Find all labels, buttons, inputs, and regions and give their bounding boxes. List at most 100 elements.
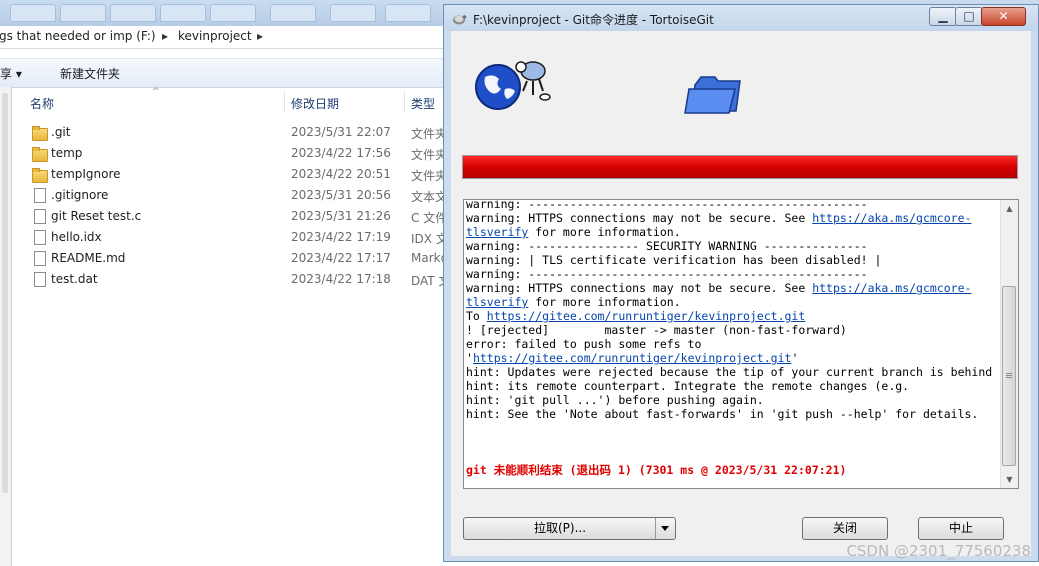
- file-name: tempIgnore: [51, 167, 121, 181]
- log-text: ': [466, 351, 473, 365]
- scrollbar-thumb[interactable]: [2, 93, 8, 493]
- tortoise-mascot-icon: [515, 61, 551, 101]
- file-type: 文件夹: [411, 127, 444, 141]
- log-lines: warning: -------------------------------…: [466, 200, 1000, 421]
- log-link[interactable]: https://aka.ms/gcmcore-: [812, 211, 971, 225]
- maximize-button[interactable]: □: [955, 7, 983, 26]
- background-tab: [270, 4, 316, 22]
- address-bar[interactable]: gs that needed or imp (F:) ▸ kevinprojec…: [0, 26, 443, 49]
- log-text: error: failed to push some refs to: [466, 337, 702, 351]
- log-line: 'https://gitee.com/runruntiger/kevinproj…: [466, 351, 1000, 365]
- file-name: README.md: [51, 251, 126, 265]
- log-text: warning: HTTPS connections may not be se…: [466, 211, 813, 225]
- file-type: IDX 文件: [411, 232, 444, 246]
- log-text: warning: HTTPS connections may not be se…: [466, 281, 813, 295]
- background-tab: [385, 4, 431, 22]
- file-type: 文件夹: [411, 148, 444, 162]
- scrollbar-thumb[interactable]: [1002, 286, 1016, 466]
- breadcrumb-separator-icon[interactable]: ▸: [257, 29, 263, 43]
- dropdown-arrow-icon[interactable]: [655, 518, 675, 539]
- pull-split-button[interactable]: 拉取(P)...: [463, 517, 676, 540]
- folder-icon: [31, 166, 48, 183]
- log-link[interactable]: tlsverify: [466, 295, 528, 309]
- file-list-header: 名称 ^ 修改日期 类型: [12, 87, 443, 113]
- file-type: 文本文档: [411, 190, 444, 204]
- folder-icon: [684, 76, 741, 114]
- file-name: hello.idx: [51, 230, 102, 244]
- file-row[interactable]: README.md 2023/4/22 17:17 Markdown: [12, 248, 444, 269]
- log-text: hint: See the 'Note about fast-forwards'…: [466, 407, 979, 421]
- log-link[interactable]: tlsverify: [466, 225, 528, 239]
- file-type: 文件夹: [411, 169, 444, 183]
- tortoisegit-app-icon: [453, 15, 467, 25]
- background-tab: [330, 4, 376, 22]
- log-line: warning: -------------------------------…: [466, 200, 1000, 211]
- minimize-button[interactable]: ▁: [929, 7, 957, 26]
- log-line: warning: -------------------------------…: [466, 267, 1000, 281]
- file-date: 2023/4/22 20:51: [291, 167, 391, 181]
- close-window-button[interactable]: ✕: [981, 7, 1026, 26]
- c-file-icon: [31, 208, 47, 224]
- log-line: hint: See the 'Note about fast-forwards'…: [466, 407, 1000, 421]
- log-line: warning: ---------------- SECURITY WARNI…: [466, 239, 1000, 253]
- file-row[interactable]: test.dat 2023/4/22 17:18 DAT 文件: [12, 269, 444, 290]
- nav-pane-scrollbar[interactable]: [0, 87, 12, 566]
- file-date: 2023/5/31 20:56: [291, 188, 391, 202]
- text-file-icon: [31, 187, 47, 203]
- column-header-type[interactable]: 类型: [411, 95, 435, 112]
- git-progress-dialog: F:\kevinproject - Git命令进度 - TortoiseGit …: [443, 4, 1039, 562]
- log-line: tlsverify for more information.: [466, 295, 1000, 309]
- new-folder-button[interactable]: 新建文件夹: [60, 65, 120, 82]
- file-name: .gitignore: [51, 188, 109, 202]
- background-tab: [60, 4, 106, 22]
- log-line: warning: HTTPS connections may not be se…: [466, 211, 1000, 225]
- file-type: C 文件: [411, 211, 444, 225]
- file-type: DAT 文件: [411, 274, 444, 288]
- log-text: warning: | TLS certificate verification …: [466, 253, 882, 267]
- file-type: Markdown: [411, 251, 444, 265]
- log-text: ! [rejected] master -> master (non-fast-…: [466, 323, 847, 337]
- file-row[interactable]: .gitignore 2023/5/31 20:56 文本文档: [12, 185, 444, 206]
- scroll-down-arrow-icon[interactable]: ▼: [1001, 471, 1018, 488]
- explorer-toolbar: 共享 ▾ 新建文件夹: [0, 58, 443, 88]
- file-row[interactable]: tempIgnore 2023/4/22 20:51 文件夹: [12, 164, 444, 185]
- close-button[interactable]: 关闭: [802, 517, 888, 540]
- log-line: tlsverify for more information.: [466, 225, 1000, 239]
- share-button[interactable]: 共享 ▾: [0, 65, 22, 82]
- log-line: warning: | TLS certificate verification …: [466, 253, 1000, 267]
- file-name: test.dat: [51, 272, 98, 286]
- breadcrumb-drive[interactable]: gs that needed or imp (F:): [0, 29, 156, 43]
- column-divider[interactable]: [284, 91, 285, 111]
- scroll-up-arrow-icon[interactable]: ▲: [1001, 200, 1018, 217]
- log-line: hint: Updates were rejected because the …: [466, 365, 1000, 379]
- log-text: for more information.: [528, 295, 681, 309]
- log-line: To https://gitee.com/runruntiger/kevinpr…: [466, 309, 1000, 323]
- background-tab: [210, 4, 256, 22]
- transfer-animation: [475, 61, 741, 114]
- breadcrumb-folder[interactable]: kevinproject: [178, 29, 252, 43]
- abort-button[interactable]: 中止: [918, 517, 1004, 540]
- file-name: .git: [51, 125, 71, 139]
- log-text: hint: 'git pull ...') before pushing aga…: [466, 393, 764, 407]
- log-text: warning: ---------------- SECURITY WARNI…: [466, 239, 868, 253]
- column-header-date[interactable]: 修改日期: [291, 95, 339, 112]
- log-link[interactable]: https://gitee.com/runruntiger/kevinproje…: [473, 351, 792, 365]
- background-tab: [10, 4, 56, 22]
- log-scrollbar[interactable]: ▲ ▼: [1000, 200, 1018, 488]
- output-log[interactable]: warning: -------------------------------…: [463, 199, 1019, 489]
- column-header-name[interactable]: 名称: [30, 95, 54, 112]
- log-line: error: failed to push some refs to: [466, 337, 1000, 351]
- column-divider[interactable]: [404, 91, 405, 111]
- file-row[interactable]: hello.idx 2023/4/22 17:19 IDX 文件: [12, 227, 444, 248]
- log-link[interactable]: https://gitee.com/runruntiger/kevinproje…: [487, 309, 806, 323]
- file-row[interactable]: .git 2023/5/31 22:07 文件夹: [12, 122, 444, 143]
- file-row[interactable]: temp 2023/4/22 17:56 文件夹: [12, 143, 444, 164]
- dialog-title-bar[interactable]: F:\kevinproject - Git命令进度 - TortoiseGit …: [444, 5, 1038, 31]
- file-icon: [31, 271, 47, 287]
- pull-button-label[interactable]: 拉取(P)...: [464, 518, 656, 539]
- log-link[interactable]: https://aka.ms/gcmcore-: [812, 281, 971, 295]
- file-row[interactable]: git Reset test.c 2023/5/31 21:26 C 文件: [12, 206, 444, 227]
- file-date: 2023/4/22 17:18: [291, 272, 391, 286]
- breadcrumb-separator-icon[interactable]: ▸: [162, 29, 168, 43]
- file-date: 2023/4/22 17:17: [291, 251, 391, 265]
